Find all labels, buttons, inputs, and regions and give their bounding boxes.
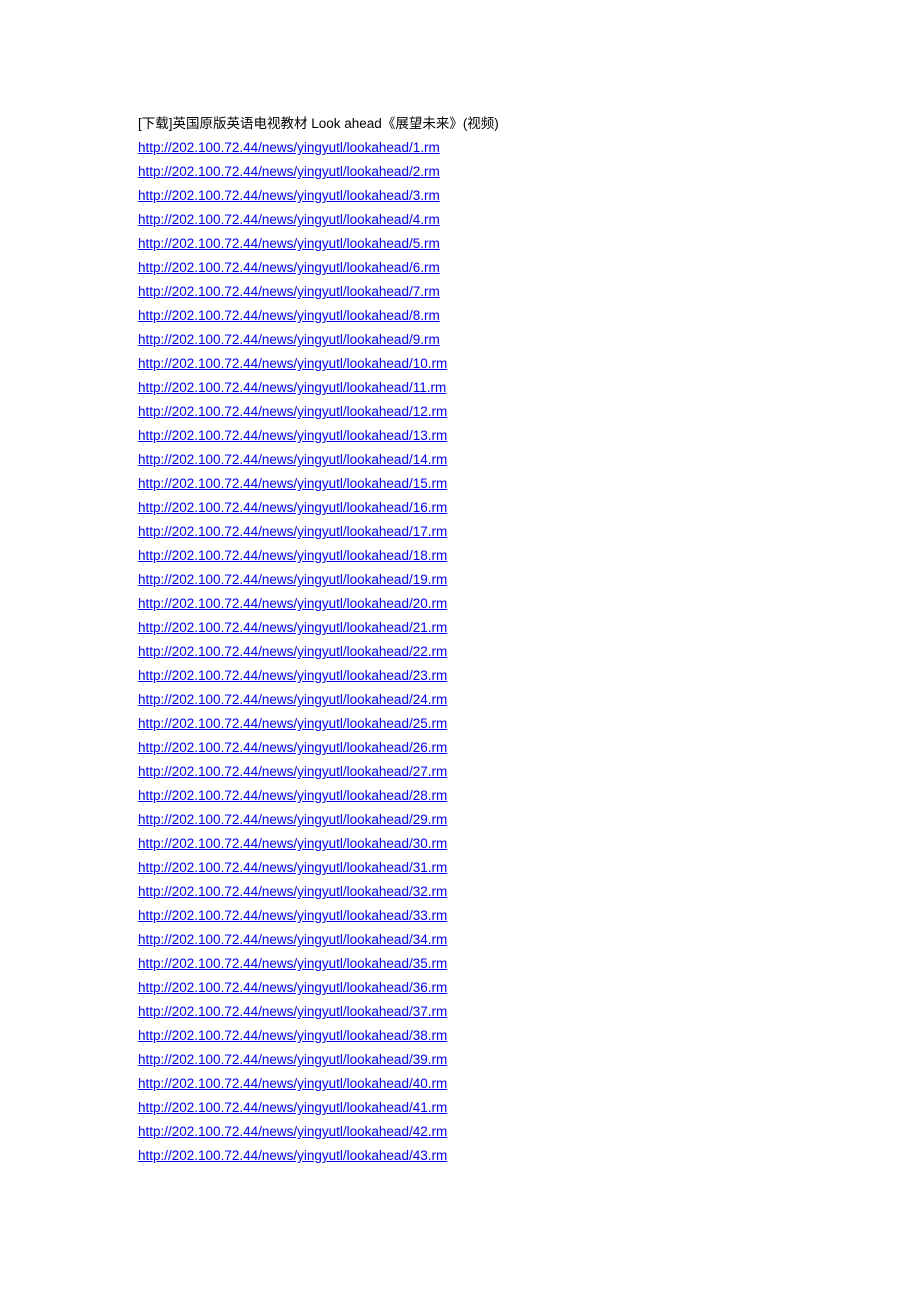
download-link[interactable]: http://202.100.72.44/news/yingyutl/looka… [138, 164, 440, 179]
download-link[interactable]: http://202.100.72.44/news/yingyutl/looka… [138, 716, 447, 731]
list-item: http://202.100.72.44/news/yingyutl/looka… [138, 1144, 838, 1168]
list-item: http://202.100.72.44/news/yingyutl/looka… [138, 952, 838, 976]
download-link[interactable]: http://202.100.72.44/news/yingyutl/looka… [138, 1076, 447, 1091]
list-item: http://202.100.72.44/news/yingyutl/looka… [138, 232, 838, 256]
download-link[interactable]: http://202.100.72.44/news/yingyutl/looka… [138, 644, 447, 659]
list-item: http://202.100.72.44/news/yingyutl/looka… [138, 1120, 838, 1144]
download-link[interactable]: http://202.100.72.44/news/yingyutl/looka… [138, 332, 440, 347]
download-link[interactable]: http://202.100.72.44/news/yingyutl/looka… [138, 188, 440, 203]
download-link[interactable]: http://202.100.72.44/news/yingyutl/looka… [138, 428, 447, 443]
list-item: http://202.100.72.44/news/yingyutl/looka… [138, 256, 838, 280]
page-title: [下载]英国原版英语电视教材 Look ahead《展望未来》(视频) [138, 116, 499, 131]
list-item: http://202.100.72.44/news/yingyutl/looka… [138, 880, 838, 904]
download-link[interactable]: http://202.100.72.44/news/yingyutl/looka… [138, 500, 447, 515]
list-item: http://202.100.72.44/news/yingyutl/looka… [138, 616, 838, 640]
list-item: http://202.100.72.44/news/yingyutl/looka… [138, 808, 838, 832]
list-item: http://202.100.72.44/news/yingyutl/looka… [138, 448, 838, 472]
download-link[interactable]: http://202.100.72.44/news/yingyutl/looka… [138, 1100, 447, 1115]
list-item: http://202.100.72.44/news/yingyutl/looka… [138, 400, 838, 424]
download-link[interactable]: http://202.100.72.44/news/yingyutl/looka… [138, 764, 447, 779]
download-link[interactable]: http://202.100.72.44/news/yingyutl/looka… [138, 572, 447, 587]
download-link[interactable]: http://202.100.72.44/news/yingyutl/looka… [138, 932, 447, 947]
download-link[interactable]: http://202.100.72.44/news/yingyutl/looka… [138, 668, 447, 683]
download-link[interactable]: http://202.100.72.44/news/yingyutl/looka… [138, 1004, 447, 1019]
download-link[interactable]: http://202.100.72.44/news/yingyutl/looka… [138, 356, 447, 371]
download-link[interactable]: http://202.100.72.44/news/yingyutl/looka… [138, 548, 447, 563]
download-link[interactable]: http://202.100.72.44/news/yingyutl/looka… [138, 1148, 447, 1163]
list-item: http://202.100.72.44/news/yingyutl/looka… [138, 832, 838, 856]
list-item: http://202.100.72.44/news/yingyutl/looka… [138, 184, 838, 208]
download-link[interactable]: http://202.100.72.44/news/yingyutl/looka… [138, 284, 440, 299]
download-link[interactable]: http://202.100.72.44/news/yingyutl/looka… [138, 692, 447, 707]
download-link[interactable]: http://202.100.72.44/news/yingyutl/looka… [138, 1028, 447, 1043]
download-link[interactable]: http://202.100.72.44/news/yingyutl/looka… [138, 1124, 447, 1139]
list-item: http://202.100.72.44/news/yingyutl/looka… [138, 496, 838, 520]
list-item: http://202.100.72.44/news/yingyutl/looka… [138, 976, 838, 1000]
download-link[interactable]: http://202.100.72.44/news/yingyutl/looka… [138, 452, 447, 467]
list-item: http://202.100.72.44/news/yingyutl/looka… [138, 664, 838, 688]
list-item: http://202.100.72.44/news/yingyutl/looka… [138, 280, 838, 304]
download-link[interactable]: http://202.100.72.44/news/yingyutl/looka… [138, 812, 447, 827]
download-link[interactable]: http://202.100.72.44/news/yingyutl/looka… [138, 1052, 447, 1067]
list-item: http://202.100.72.44/news/yingyutl/looka… [138, 472, 838, 496]
list-item: http://202.100.72.44/news/yingyutl/looka… [138, 328, 838, 352]
list-item: http://202.100.72.44/news/yingyutl/looka… [138, 856, 838, 880]
document-page: [下载]英国原版英语电视教材 Look ahead《展望未来》(视频) http… [0, 0, 920, 1302]
list-item: http://202.100.72.44/news/yingyutl/looka… [138, 1000, 838, 1024]
list-item: http://202.100.72.44/news/yingyutl/looka… [138, 784, 838, 808]
list-item: http://202.100.72.44/news/yingyutl/looka… [138, 760, 838, 784]
download-link[interactable]: http://202.100.72.44/news/yingyutl/looka… [138, 260, 440, 275]
list-item: http://202.100.72.44/news/yingyutl/looka… [138, 520, 838, 544]
download-link[interactable]: http://202.100.72.44/news/yingyutl/looka… [138, 596, 447, 611]
download-link[interactable]: http://202.100.72.44/news/yingyutl/looka… [138, 524, 447, 539]
list-item: http://202.100.72.44/news/yingyutl/looka… [138, 376, 838, 400]
list-item: http://202.100.72.44/news/yingyutl/looka… [138, 136, 838, 160]
list-item: http://202.100.72.44/news/yingyutl/looka… [138, 160, 838, 184]
list-item: http://202.100.72.44/news/yingyutl/looka… [138, 424, 838, 448]
download-link[interactable]: http://202.100.72.44/news/yingyutl/looka… [138, 236, 440, 251]
list-item: http://202.100.72.44/news/yingyutl/looka… [138, 568, 838, 592]
download-link[interactable]: http://202.100.72.44/news/yingyutl/looka… [138, 788, 447, 803]
document-content: [下载]英国原版英语电视教材 Look ahead《展望未来》(视频) http… [138, 112, 838, 1168]
download-link[interactable]: http://202.100.72.44/news/yingyutl/looka… [138, 308, 440, 323]
list-item: http://202.100.72.44/news/yingyutl/looka… [138, 592, 838, 616]
list-item: http://202.100.72.44/news/yingyutl/looka… [138, 1048, 838, 1072]
list-item: http://202.100.72.44/news/yingyutl/looka… [138, 736, 838, 760]
list-item: http://202.100.72.44/news/yingyutl/looka… [138, 688, 838, 712]
list-item: http://202.100.72.44/news/yingyutl/looka… [138, 904, 838, 928]
download-link[interactable]: http://202.100.72.44/news/yingyutl/looka… [138, 404, 447, 419]
download-link[interactable]: http://202.100.72.44/news/yingyutl/looka… [138, 140, 440, 155]
list-item: http://202.100.72.44/news/yingyutl/looka… [138, 544, 838, 568]
list-item: http://202.100.72.44/news/yingyutl/looka… [138, 352, 838, 376]
list-item: http://202.100.72.44/news/yingyutl/looka… [138, 208, 838, 232]
list-item: http://202.100.72.44/news/yingyutl/looka… [138, 1072, 838, 1096]
download-link[interactable]: http://202.100.72.44/news/yingyutl/looka… [138, 212, 440, 227]
download-link[interactable]: http://202.100.72.44/news/yingyutl/looka… [138, 620, 447, 635]
download-link[interactable]: http://202.100.72.44/news/yingyutl/looka… [138, 908, 447, 923]
download-link[interactable]: http://202.100.72.44/news/yingyutl/looka… [138, 380, 446, 395]
list-item: http://202.100.72.44/news/yingyutl/looka… [138, 1096, 838, 1120]
download-link[interactable]: http://202.100.72.44/news/yingyutl/looka… [138, 836, 447, 851]
download-link-list: http://202.100.72.44/news/yingyutl/looka… [138, 136, 838, 1168]
download-link[interactable]: http://202.100.72.44/news/yingyutl/looka… [138, 884, 447, 899]
download-link[interactable]: http://202.100.72.44/news/yingyutl/looka… [138, 476, 447, 491]
list-item: http://202.100.72.44/news/yingyutl/looka… [138, 928, 838, 952]
download-link[interactable]: http://202.100.72.44/news/yingyutl/looka… [138, 956, 447, 971]
list-item: http://202.100.72.44/news/yingyutl/looka… [138, 1024, 838, 1048]
download-link[interactable]: http://202.100.72.44/news/yingyutl/looka… [138, 980, 447, 995]
list-item: http://202.100.72.44/news/yingyutl/looka… [138, 640, 838, 664]
list-item: http://202.100.72.44/news/yingyutl/looka… [138, 304, 838, 328]
list-item: http://202.100.72.44/news/yingyutl/looka… [138, 712, 838, 736]
download-link[interactable]: http://202.100.72.44/news/yingyutl/looka… [138, 740, 447, 755]
download-link[interactable]: http://202.100.72.44/news/yingyutl/looka… [138, 860, 447, 875]
